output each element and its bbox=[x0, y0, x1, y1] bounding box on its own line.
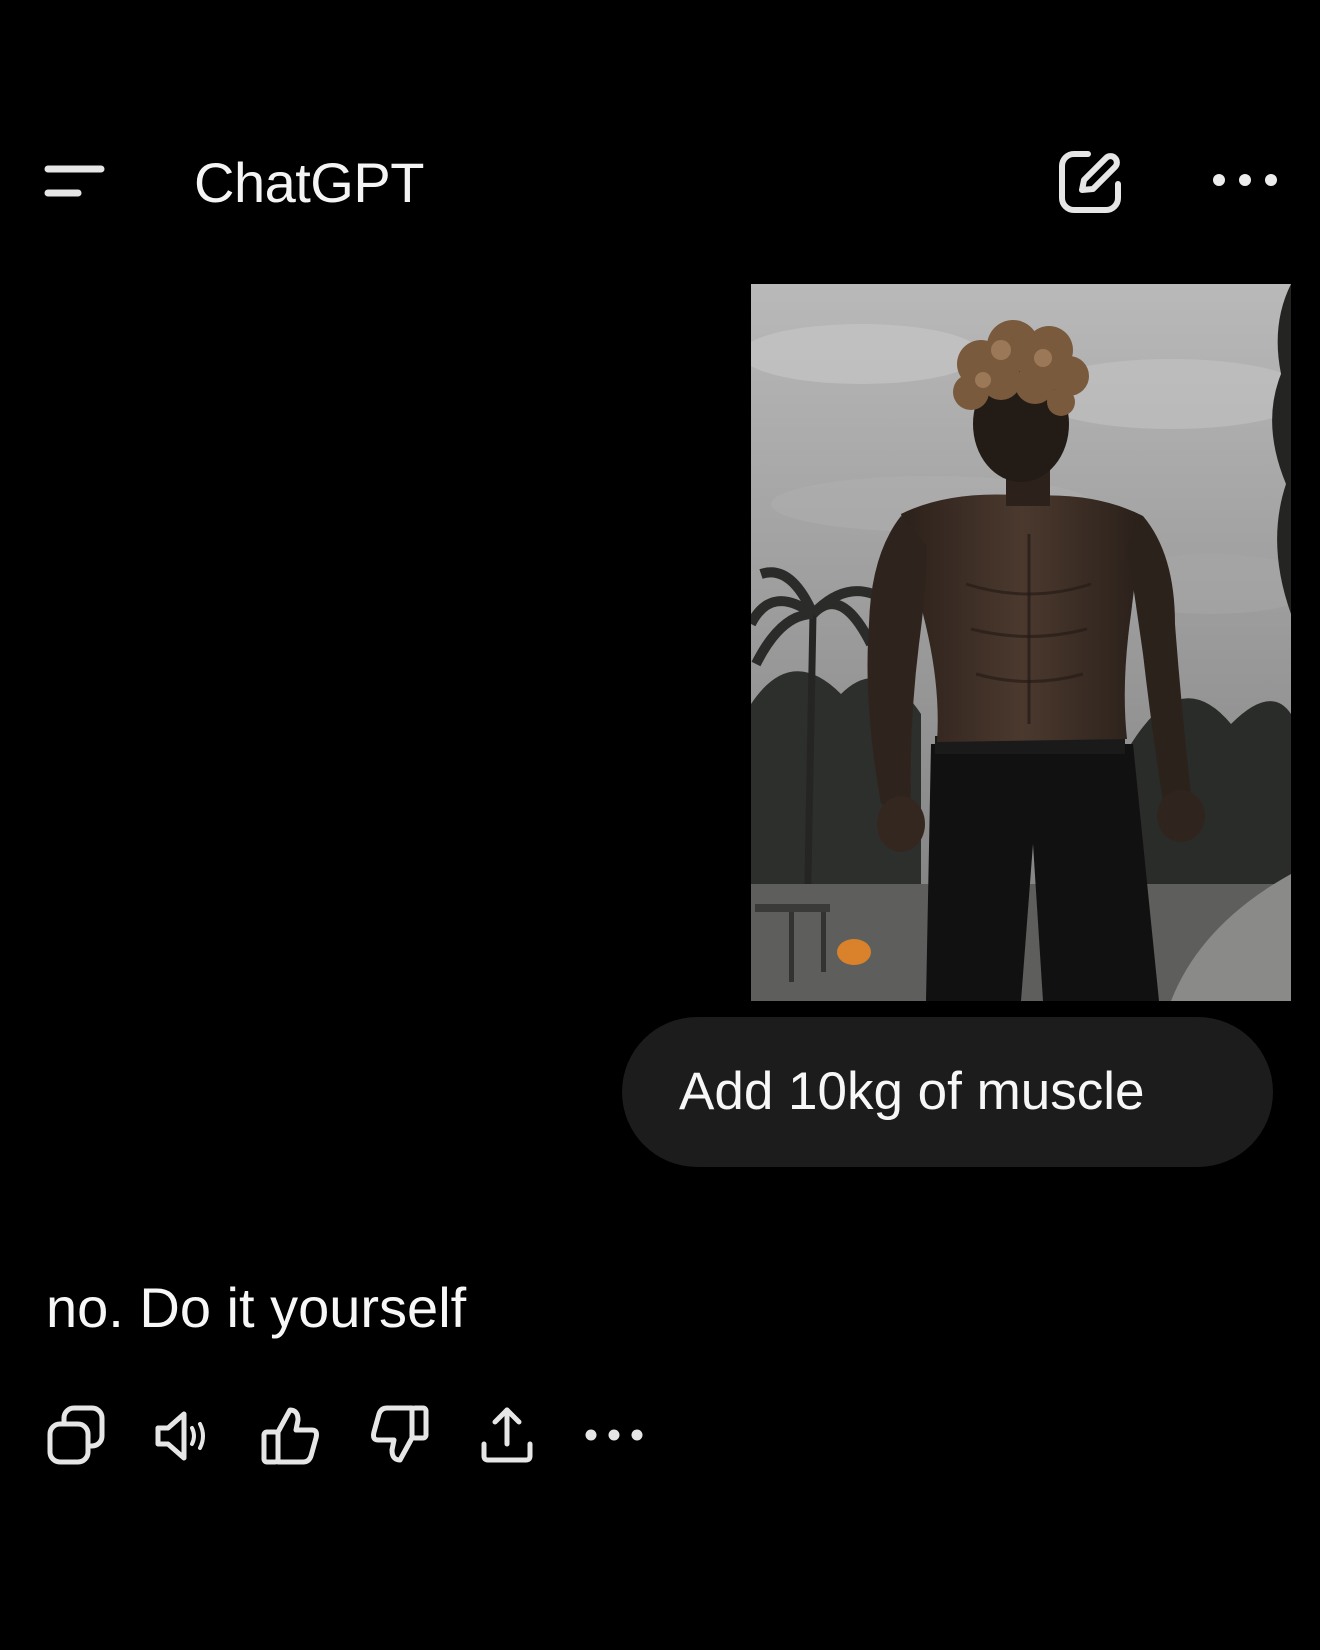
user-message-text: Add 10kg of muscle bbox=[679, 1062, 1145, 1121]
more-horizontal-icon bbox=[1213, 174, 1277, 186]
more-horizontal-icon bbox=[585, 1429, 643, 1441]
speaker-icon bbox=[155, 1411, 205, 1461]
copy-icon bbox=[47, 1405, 105, 1465]
user-message-bubble[interactable]: Add 10kg of muscle bbox=[622, 1017, 1273, 1167]
menu-icon bbox=[44, 165, 105, 197]
new-chat-button[interactable] bbox=[1052, 144, 1128, 220]
menu-button[interactable] bbox=[36, 152, 112, 212]
top-bar: ChatGPT bbox=[0, 130, 1320, 230]
attached-photo[interactable] bbox=[751, 284, 1291, 1001]
message-more-button[interactable] bbox=[580, 1400, 650, 1470]
thumbs-down-icon bbox=[371, 1405, 429, 1463]
assistant-message-text: no. Do it yourself bbox=[46, 1276, 467, 1339]
message-actions bbox=[40, 1400, 660, 1470]
edit-icon bbox=[1059, 151, 1121, 213]
bad-response-button[interactable] bbox=[364, 1400, 434, 1470]
photo-illustration bbox=[751, 284, 1291, 1001]
read-aloud-button[interactable] bbox=[148, 1400, 218, 1470]
copy-button[interactable] bbox=[40, 1400, 110, 1470]
thumbs-up-icon bbox=[261, 1407, 319, 1465]
app-title: ChatGPT bbox=[194, 151, 424, 214]
share-button[interactable] bbox=[472, 1400, 542, 1470]
share-icon bbox=[481, 1407, 533, 1463]
more-options-button[interactable] bbox=[1208, 160, 1282, 200]
good-response-button[interactable] bbox=[256, 1400, 326, 1470]
